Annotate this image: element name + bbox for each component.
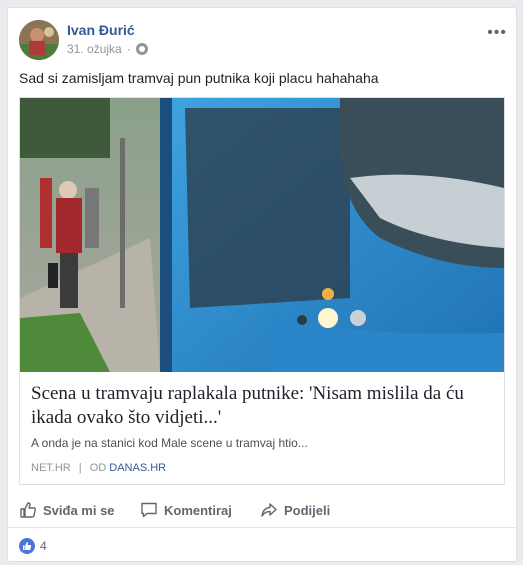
post-meta: 31. ožujka · [67,42,148,56]
share-label: Podijeli [284,502,331,518]
thumbs-up-icon [20,502,37,518]
share-icon [261,503,277,517]
reactions-summary[interactable]: 4 [19,536,47,556]
comment-icon [141,502,157,518]
post-date[interactable]: 31. ožujka [67,42,122,56]
post-text: Sad si zamisljam tramvaj pun putnika koj… [19,70,379,86]
reaction-count: 4 [40,539,47,553]
link-title[interactable]: Scena u tramvaju raplakala putnike: 'Nis… [31,382,493,430]
link-via[interactable]: DANAS.HR [109,462,166,474]
avatar[interactable] [19,20,59,60]
post-header: Ivan Đurić 31. ožujka · ••• [19,20,507,62]
like-button[interactable]: Sviđa mi se [19,496,115,524]
like-reaction-icon [19,538,35,554]
globe-icon[interactable] [135,43,148,55]
share-button[interactable]: Podijeli [260,496,330,524]
more-options-icon[interactable]: ••• [487,24,507,42]
link-source-domain: NET.HR [31,462,71,474]
comment-button[interactable]: Komentiraj [140,496,232,524]
like-label: Sviđa mi se [43,502,115,518]
link-source: NET.HR | OD DANAS.HR [31,462,166,474]
link-description: A onda je na stanici kod Male scene u tr… [31,436,308,450]
author-name[interactable]: Ivan Đurić [67,22,135,38]
link-image[interactable] [20,98,504,372]
link-source-separator: | [78,462,82,474]
link-preview-card[interactable]: Scena u tramvaju raplakala putnike: 'Nis… [19,97,505,485]
comment-label: Komentiraj [164,502,232,518]
link-via-prefix: OD [89,462,107,474]
meta-separator: · [126,42,131,56]
facebook-post: Ivan Đurić 31. ožujka · ••• Sad si zamis… [7,7,517,562]
action-bar: Sviđa mi se Komentiraj Podijeli [8,492,516,528]
